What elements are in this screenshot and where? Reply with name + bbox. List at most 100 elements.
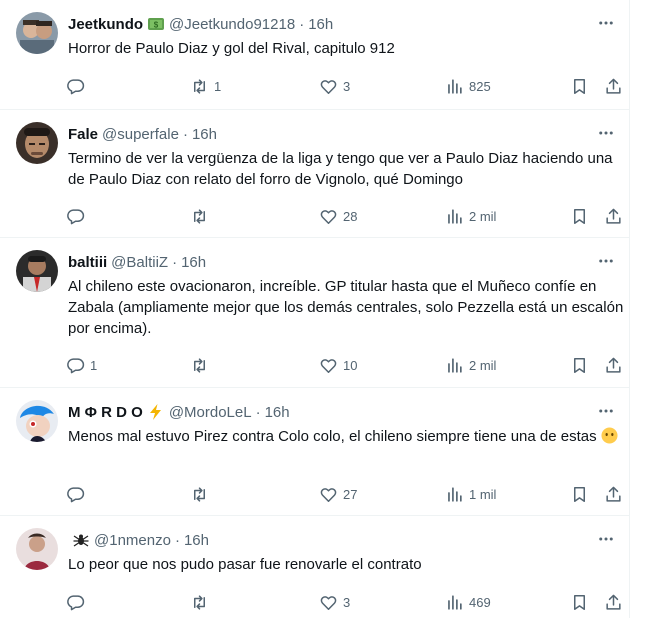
avatar[interactable]	[16, 122, 58, 164]
views-button[interactable]: 825	[445, 74, 491, 98]
share-button[interactable]	[604, 482, 623, 506]
tweet-header: Fale @superfale · 16h	[68, 124, 579, 144]
more-icon[interactable]	[591, 250, 621, 272]
separator: ·	[172, 253, 178, 271]
timestamp[interactable]: 16h	[192, 126, 217, 143]
tweet-text: Menos mal estuvo Pirez contra Colo colo,…	[68, 428, 597, 445]
views-count: 1 mil	[469, 486, 497, 502]
like-count: 3	[343, 78, 351, 94]
tweet[interactable]: @1nmenzo · 16h Lo peor que nos pudo pasa…	[0, 516, 629, 618]
user-handle[interactable]: @Jeetkundo91218	[169, 16, 295, 33]
spider-emoji-icon	[72, 531, 90, 549]
display-name[interactable]: M Φ R D O	[68, 404, 143, 421]
lightning-emoji-icon	[147, 403, 165, 421]
separator: ·	[174, 531, 180, 549]
bookmark-button[interactable]	[570, 204, 589, 228]
share-icon	[606, 208, 621, 224]
reply-button[interactable]	[66, 204, 90, 228]
display-name[interactable]: Fale	[68, 126, 98, 143]
retweet-count: 1	[214, 78, 222, 94]
bookmark-icon	[573, 594, 586, 610]
action-bar: 27 1 mil	[66, 482, 621, 506]
like-icon	[320, 487, 337, 502]
reply-button[interactable]	[66, 482, 90, 506]
more-icon[interactable]	[591, 122, 621, 144]
like-button[interactable]: 3	[319, 590, 350, 614]
tweet-text-container: Menos mal estuvo Pirez contra Colo colo,…	[68, 426, 624, 447]
timestamp[interactable]: 16h	[308, 16, 333, 33]
more-icon[interactable]	[591, 528, 621, 550]
share-button[interactable]	[604, 353, 623, 377]
timestamp[interactable]: 16h	[181, 254, 206, 271]
avatar[interactable]	[16, 400, 58, 442]
views-button[interactable]: 2 mil	[445, 204, 496, 228]
tweet-header: M Φ R D O @MordoLeL · 16h	[68, 402, 579, 422]
retweet-icon	[193, 78, 206, 94]
user-handle[interactable]: @MordoLeL	[169, 404, 252, 421]
timestamp[interactable]: 16h	[184, 532, 209, 549]
views-count: 469	[469, 594, 491, 610]
like-count: 10	[343, 357, 358, 373]
action-bar: 1 10 2 mil	[66, 353, 621, 377]
user-handle[interactable]: @1nmenzo	[94, 532, 171, 549]
like-button[interactable]: 3	[319, 74, 350, 98]
like-count: 27	[343, 486, 358, 502]
retweet-button[interactable]	[190, 482, 214, 506]
bookmark-icon	[573, 208, 586, 224]
more-icon[interactable]	[591, 400, 621, 422]
reply-button[interactable]	[66, 74, 90, 98]
bookmark-button[interactable]	[570, 590, 589, 614]
bookmark-button[interactable]	[570, 482, 589, 506]
tweet[interactable]: Fale @superfale · 16h Termino de ver la …	[0, 110, 629, 238]
display-name[interactable]: baltiii	[68, 254, 107, 271]
timestamp[interactable]: 16h	[265, 404, 290, 421]
retweet-button[interactable]	[190, 353, 214, 377]
views-count: 825	[469, 78, 491, 94]
tweet-feed: Jeetkundo $ @Jeetkundo91218 · 16h Horror…	[0, 0, 630, 618]
tweet-header: baltiii @BaltiiZ · 16h	[68, 252, 579, 272]
separator: ·	[255, 403, 261, 421]
avatar[interactable]	[16, 250, 58, 292]
views-icon	[448, 486, 462, 502]
svg-text:$: $	[154, 21, 159, 30]
user-handle[interactable]: @superfale	[102, 126, 179, 143]
views-button[interactable]: 2 mil	[445, 353, 496, 377]
share-icon	[606, 78, 621, 94]
share-button[interactable]	[604, 590, 623, 614]
reply-button[interactable]: 1	[66, 353, 97, 377]
like-count: 28	[343, 208, 358, 224]
tweet[interactable]: Jeetkundo $ @Jeetkundo91218 · 16h Horror…	[0, 0, 629, 110]
share-icon	[606, 486, 621, 502]
views-button[interactable]: 469	[445, 590, 491, 614]
tweet-text: Horror de Paulo Diaz y gol del Rival, ca…	[68, 40, 395, 57]
like-button[interactable]: 28	[319, 204, 357, 228]
display-name[interactable]: Jeetkundo	[68, 16, 143, 33]
like-icon	[320, 79, 337, 94]
like-icon	[320, 595, 337, 610]
retweet-button[interactable]	[190, 204, 214, 228]
reply-icon	[67, 357, 85, 373]
bookmark-button[interactable]	[570, 74, 589, 98]
separator: ·	[299, 15, 305, 33]
like-button[interactable]: 27	[319, 482, 357, 506]
more-icon[interactable]	[591, 12, 621, 34]
retweet-button[interactable]: 1	[190, 74, 221, 98]
separator: ·	[182, 125, 188, 143]
like-button[interactable]: 10	[319, 353, 357, 377]
like-icon	[320, 209, 337, 224]
reply-icon	[67, 486, 85, 502]
avatar[interactable]	[16, 12, 58, 54]
retweet-icon	[193, 357, 206, 373]
share-button[interactable]	[604, 74, 623, 98]
retweet-button[interactable]	[190, 590, 214, 614]
tweet[interactable]: M Φ R D O @MordoLeL · 16h Menos mal estu…	[0, 388, 629, 516]
share-button[interactable]	[604, 204, 623, 228]
user-handle[interactable]: @BaltiiZ	[111, 254, 168, 271]
views-icon	[448, 594, 462, 610]
bookmark-button[interactable]	[570, 353, 589, 377]
views-button[interactable]: 1 mil	[445, 482, 496, 506]
tweet-text: Termino de ver la vergüenza de la liga y…	[68, 150, 613, 188]
tweet[interactable]: baltiii @BaltiiZ · 16h Al chileno este o…	[0, 238, 629, 388]
avatar[interactable]	[16, 528, 58, 570]
reply-button[interactable]	[66, 590, 90, 614]
